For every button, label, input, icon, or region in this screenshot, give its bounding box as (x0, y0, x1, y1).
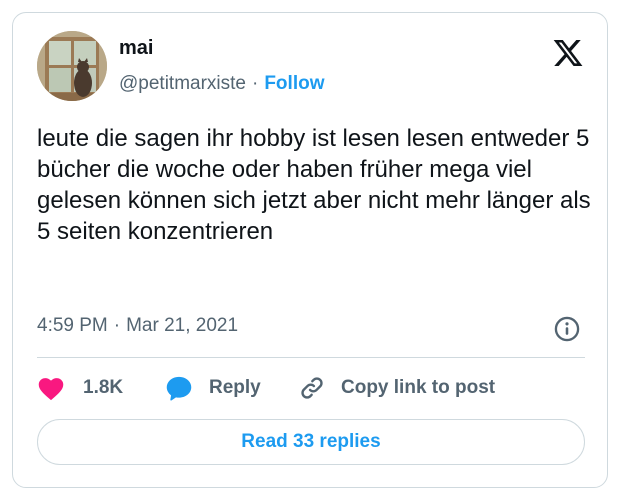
author-handle[interactable]: @petitmarxiste (119, 73, 246, 94)
x-logo-icon[interactable] (551, 37, 585, 69)
info-icon[interactable] (553, 315, 581, 343)
tweet-timestamp[interactable]: 4:59 PM · Mar 21, 2021 (37, 315, 238, 337)
reply-label: Reply (209, 377, 261, 398)
like-count: 1.8K (83, 377, 124, 398)
action-bar: 1.8K Reply Copy link to post (37, 373, 585, 403)
tweet-card: mai @petitmarxiste · Follow leute die sage… (12, 12, 608, 488)
like-button[interactable]: 1.8K (37, 373, 123, 403)
tweet-time: 4:59 PM (37, 315, 108, 336)
reply-button[interactable]: Reply (165, 373, 261, 403)
tweet-date: Mar 21, 2021 (126, 315, 239, 336)
copy-link-button[interactable]: Copy link to post (299, 373, 495, 403)
avatar-image (37, 31, 107, 101)
follow-button[interactable]: Follow (264, 73, 324, 94)
tweet-text: leute die sagen ihr hobby ist lesen lese… (37, 125, 591, 245)
read-replies-label: Read 33 replies (241, 431, 381, 452)
handle-row: @petitmarxiste · Follow (119, 73, 324, 95)
author-name[interactable]: mai (119, 37, 153, 60)
heart-icon (37, 375, 65, 401)
separator-dot: · (252, 73, 259, 94)
divider (37, 357, 585, 358)
read-replies-button[interactable]: Read 33 replies (37, 419, 585, 465)
link-icon (299, 375, 325, 401)
separator-dot: · (113, 315, 121, 336)
avatar[interactable] (37, 31, 107, 101)
speech-bubble-icon (165, 374, 193, 402)
copy-link-label: Copy link to post (341, 377, 496, 398)
